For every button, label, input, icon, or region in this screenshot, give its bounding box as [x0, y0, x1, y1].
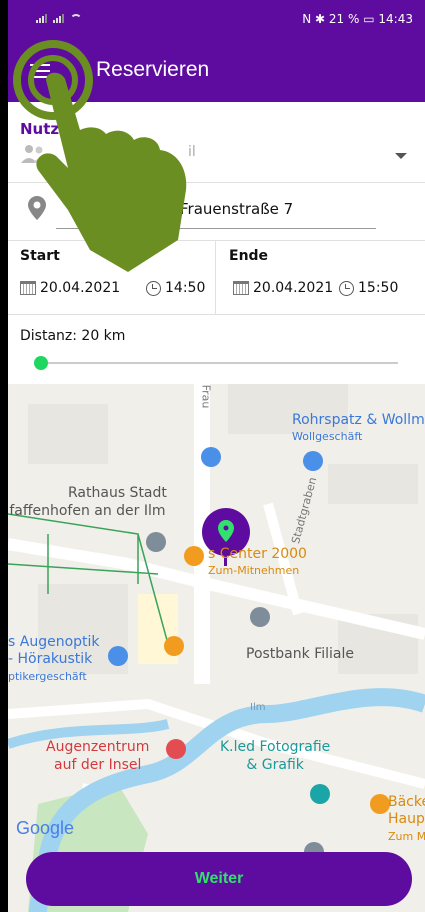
poi-label: Bäcke	[388, 794, 425, 810]
hamburger-menu-icon[interactable]	[30, 64, 50, 78]
poi-sublabel: ptikergeschäft	[8, 670, 87, 683]
start-label: Start	[20, 248, 60, 264]
start-time-field[interactable]: 14:50	[146, 280, 205, 296]
start-date-field[interactable]: 20.04.2021	[20, 280, 120, 296]
location-pin-icon	[28, 196, 46, 220]
end-time-field[interactable]: 15:50	[339, 280, 398, 296]
end-section: Ende 20.04.2021 15:50	[217, 240, 425, 314]
distance-label: Distanz: 20 km	[20, 328, 126, 344]
poi-label: s Center 2000	[208, 546, 307, 562]
poi-label: s Augenoptik	[8, 634, 100, 650]
battery-icon: ▭	[363, 12, 375, 26]
poi-label: Haup	[388, 811, 425, 827]
users-icon	[21, 145, 47, 163]
page-title: Reservieren	[96, 58, 210, 81]
end-date-field[interactable]: 20.04.2021	[233, 280, 333, 296]
start-time: 14:50	[165, 280, 206, 296]
clock-icon	[146, 280, 161, 296]
poi-label: Augenzentrum	[46, 739, 150, 755]
address-underline	[56, 228, 376, 229]
poi-label: Postbank Filiale	[246, 646, 354, 662]
signal-icon	[36, 14, 47, 23]
poi-sublabel: Zum-Mitnehmen	[208, 564, 300, 577]
map-poi-rathaus[interactable]: Rathaus Stadt faffenhofen an der Ilm	[9, 484, 167, 520]
next-button[interactable]: Weiter	[26, 852, 412, 906]
poi-sublabel: Zum M	[388, 830, 425, 843]
distance-slider-thumb[interactable]	[34, 356, 48, 370]
clock-icon	[339, 280, 354, 296]
start-date: 20.04.2021	[40, 280, 121, 296]
user-label: Nutzer	[20, 120, 77, 138]
poi-label: Rohrspatz & Wollm	[292, 412, 425, 428]
end-label: Ende	[229, 248, 269, 264]
chevron-down-icon[interactable]	[395, 153, 407, 159]
calendar-icon	[233, 281, 249, 295]
river-label: Ilm	[250, 702, 266, 713]
signal-icons	[36, 14, 82, 23]
google-logo: Google	[16, 818, 75, 838]
poi-label: faffenhofen an der Ilm	[9, 503, 166, 519]
map-view[interactable]: Rohrspatz & Wollm Wollgeschäft Rathaus S…	[8, 384, 425, 912]
poi-label: & Grafik	[246, 757, 304, 773]
divider	[8, 314, 425, 315]
status-bar: N ✱ 21 % ▭ 14:43	[8, 0, 425, 40]
status-right: N ✱ 21 % ▭ 14:43	[302, 12, 413, 26]
clock-time: 14:43	[378, 12, 413, 26]
map-poi-kled[interactable]: K.led Fotografie & Grafik	[220, 738, 330, 774]
calendar-icon	[20, 281, 36, 295]
battery-level: 21 %	[328, 12, 360, 26]
reservation-form: Nutzer il Frauenstraße 7 Start 20.04.202…	[8, 102, 425, 384]
distance-slider[interactable]	[40, 362, 398, 364]
map-poi-rohrspatz[interactable]: Rohrspatz & Wollm Wollgeschäft	[292, 412, 425, 444]
start-section: Start 20.04.2021 14:50	[8, 240, 216, 314]
app-bar: Reservieren	[8, 40, 425, 102]
end-date: 20.04.2021	[253, 280, 334, 296]
address-input[interactable]: Frauenstraße 7	[180, 200, 293, 218]
nfc-bluetooth-icon: N ✱	[302, 12, 326, 26]
map-poi-center[interactable]: s Center 2000 Zum-Mitnehmen	[208, 546, 307, 578]
end-time: 15:50	[358, 280, 399, 296]
poi-label: - Hörakustik	[8, 651, 93, 667]
map-poi-postbank[interactable]: Postbank Filiale	[246, 646, 354, 662]
user-placeholder: il	[188, 144, 196, 160]
wifi-icon	[70, 14, 82, 23]
signal-icon	[53, 14, 64, 23]
poi-label: auf der Insel	[54, 757, 142, 773]
app-screen: N ✱ 21 % ▭ 14:43 Reservieren Nutzer il F…	[8, 0, 425, 912]
street-label: Frau	[199, 384, 213, 409]
poi-label: Rathaus Stadt	[68, 485, 167, 501]
poi-sublabel: Wollgeschäft	[292, 430, 363, 443]
map-poi-augenzentrum[interactable]: Augenzentrum auf der Insel	[46, 738, 149, 774]
map-poi-baeckerei[interactable]: Bäcke Haup Zum M	[388, 794, 425, 845]
map-poi-augenoptik[interactable]: s Augenoptik - Hörakustik ptikergeschäft	[8, 634, 100, 685]
poi-label: K.led Fotografie	[220, 739, 331, 755]
divider	[8, 182, 425, 183]
user-select[interactable]: il	[56, 144, 396, 166]
